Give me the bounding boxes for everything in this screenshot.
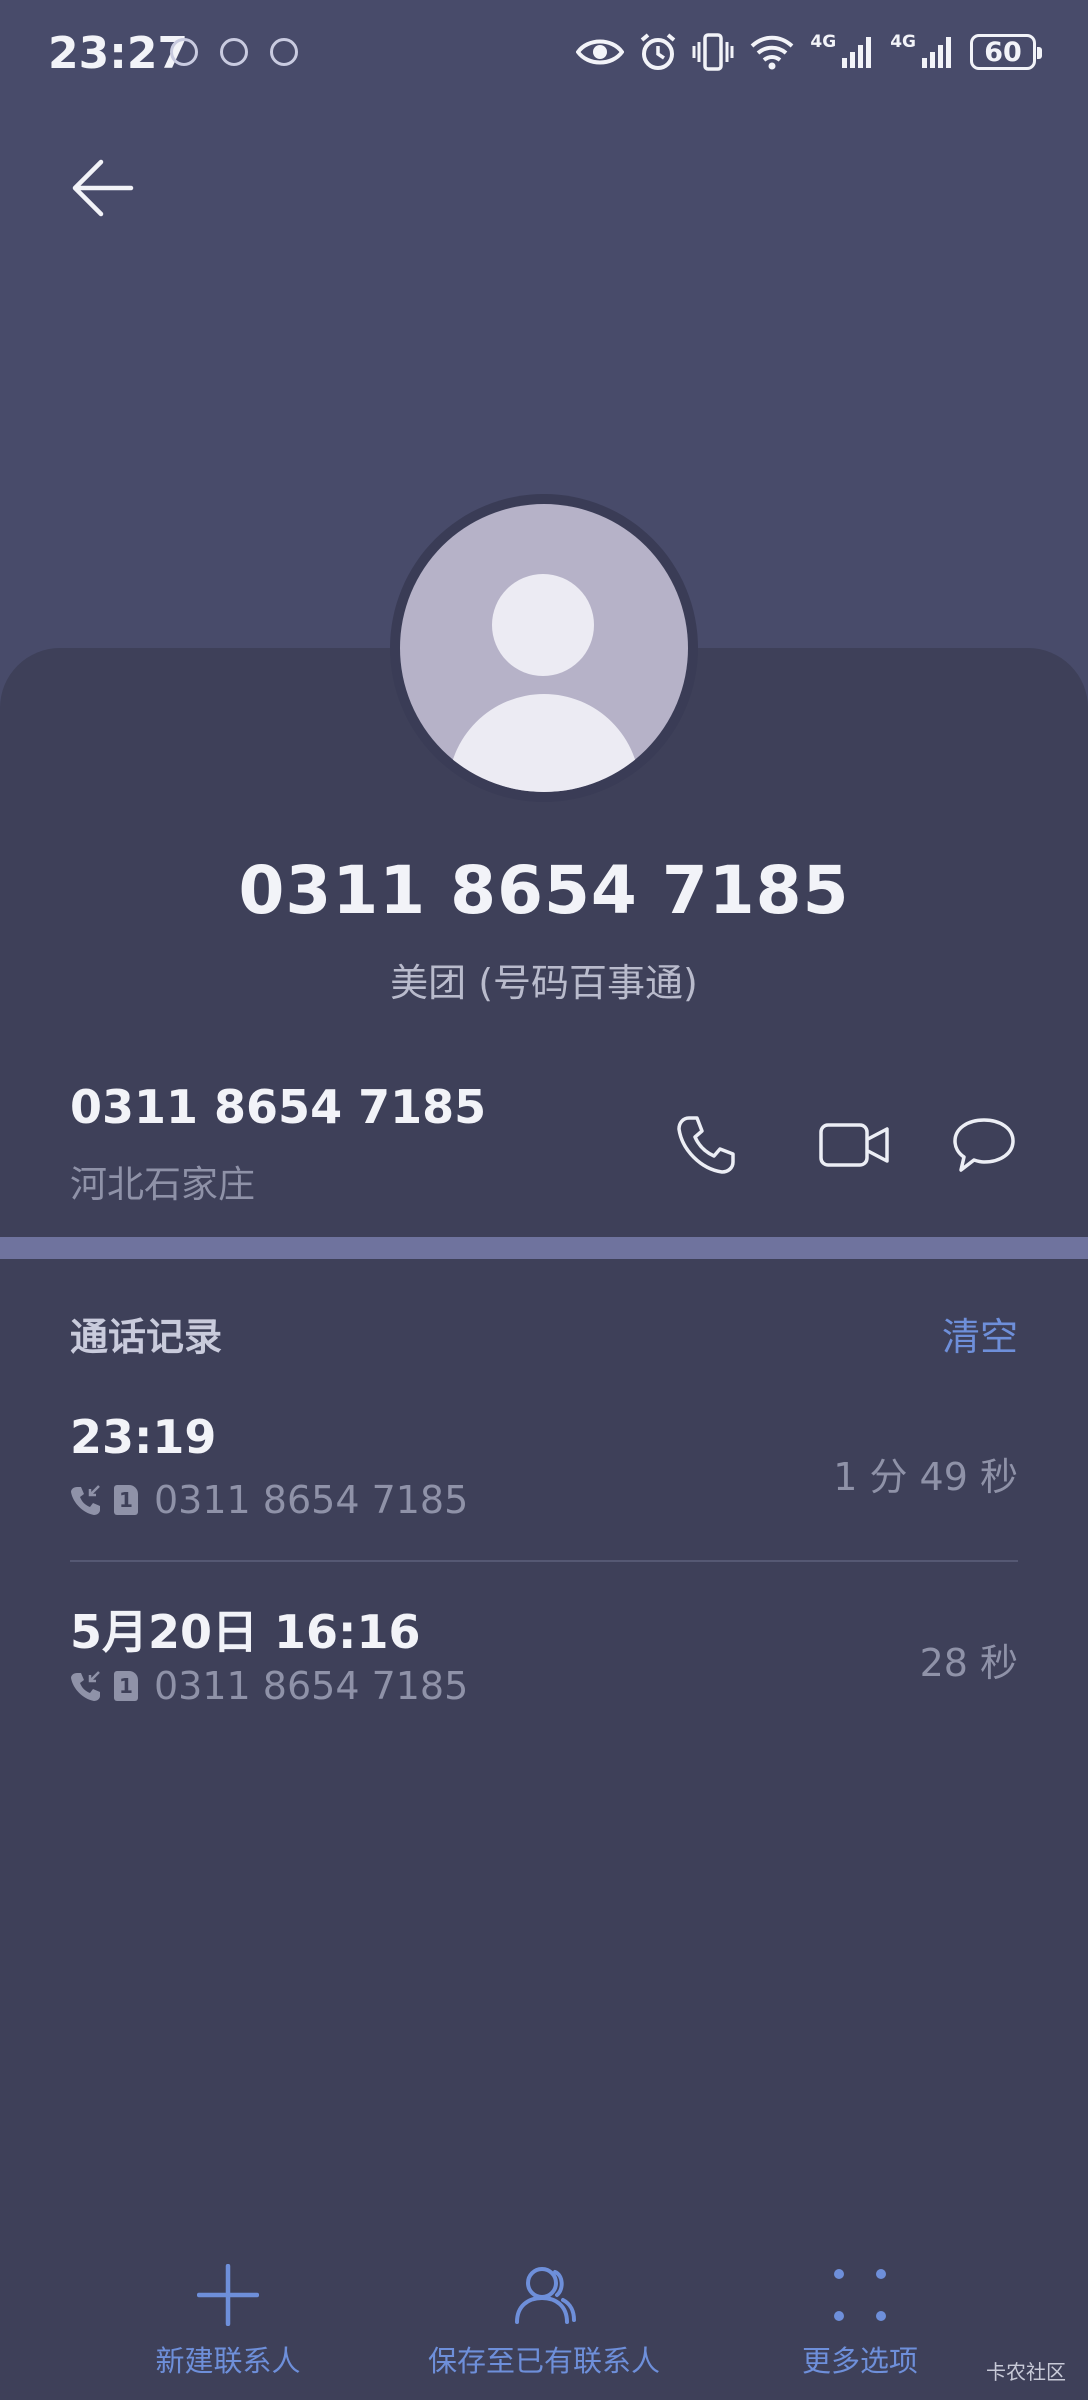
avatar <box>400 504 688 792</box>
sim-card-icon: 1 <box>114 1485 138 1515</box>
sim-card-icon: 1 <box>114 1671 138 1701</box>
call-detail-screen: 23:27 4G 4G 60 0311 8654 7185 美团 (号码百事通)… <box>0 0 1088 2400</box>
status-time: 23:27 <box>48 28 189 79</box>
signal-icon <box>842 37 872 68</box>
wifi-icon <box>751 35 794 70</box>
new-contact-button[interactable]: 新建联系人 <box>78 2260 378 2380</box>
caller-tag: 美团 (号码百事通) <box>390 961 698 1005</box>
entry-divider <box>70 1560 1018 1562</box>
eye-icon <box>576 39 625 65</box>
back-button[interactable] <box>58 148 148 228</box>
more-icon <box>834 2269 886 2321</box>
call-history-title: 通话记录 <box>70 1315 223 1359</box>
battery-icon: 60 <box>970 34 1042 70</box>
clear-history-button[interactable]: 清空 <box>942 1306 1018 1361</box>
plus-icon <box>197 2264 259 2326</box>
sim-number: 1 <box>119 1488 133 1512</box>
save-to-contact-label: 保存至已有联系人 <box>427 2344 660 2378</box>
status-bar: 23:27 4G 4G 60 <box>0 0 1088 110</box>
message-icon <box>953 1118 1015 1172</box>
call-entry-time: 5月20日 16:16 <box>70 1605 421 1659</box>
call-button[interactable] <box>666 1105 746 1185</box>
incoming-call-icon <box>71 1485 100 1515</box>
call-entry-number: 0311 8654 7185 <box>154 1664 469 1708</box>
section-divider <box>0 1237 1088 1259</box>
incoming-call-icon <box>71 1671 100 1701</box>
network-type-label: 4G <box>810 32 837 52</box>
back-arrow-icon <box>72 159 134 217</box>
more-options-button[interactable]: 更多选项 <box>710 2260 1010 2380</box>
video-call-button[interactable] <box>804 1105 904 1185</box>
chat-icon <box>220 38 248 66</box>
new-contact-label: 新建联系人 <box>155 2344 301 2378</box>
call-entry-time: 23:19 <box>70 1410 217 1464</box>
phone-number[interactable]: 0311 8654 7185 <box>70 1080 486 1134</box>
more-options-label: 更多选项 <box>801 2344 918 2378</box>
call-entry-duration: 28 秒 <box>919 1641 1018 1685</box>
signal-icon <box>922 37 951 68</box>
call-entry-details: 1 0311 8654 7185 <box>70 1664 468 1708</box>
phone-icon <box>677 1116 735 1174</box>
notification-icon <box>170 38 198 66</box>
video-call-icon <box>819 1123 889 1167</box>
call-entry-number: 0311 8654 7185 <box>154 1478 469 1522</box>
notification-icons <box>170 38 298 66</box>
phone-location: 河北石家庄 <box>70 1163 255 1206</box>
save-to-contact-button[interactable]: 保存至已有联系人 <box>394 2260 694 2380</box>
network-type-label: 4G <box>890 32 916 52</box>
alarm-icon <box>641 33 676 70</box>
battery-level: 60 <box>984 36 1022 68</box>
call-entry[interactable]: 5月20日 16:16 1 0311 8654 7185 28 秒 <box>70 1596 1018 1746</box>
watermark: 卡农社区 <box>986 2360 1066 2384</box>
caller-number: 0311 8654 7185 <box>238 852 850 929</box>
sim-number: 1 <box>119 1674 133 1698</box>
contact-icon <box>515 2267 576 2324</box>
status-indicators: 4G 4G 60 <box>576 32 1042 72</box>
vibrate-icon <box>692 33 734 71</box>
notification-icon <box>270 38 298 66</box>
call-entry-duration: 1 分 49 秒 <box>833 1455 1018 1499</box>
bottom-action-bar: 新建联系人 保存至已有联系人 更多选项 <box>0 2260 1088 2400</box>
message-button[interactable] <box>944 1105 1024 1185</box>
call-entry[interactable]: 23:19 1 0311 8654 7185 1 分 49 秒 <box>70 1410 1018 1560</box>
avatar-head <box>492 574 594 676</box>
call-entry-details: 1 0311 8654 7185 <box>70 1478 468 1522</box>
avatar-body <box>448 694 640 792</box>
